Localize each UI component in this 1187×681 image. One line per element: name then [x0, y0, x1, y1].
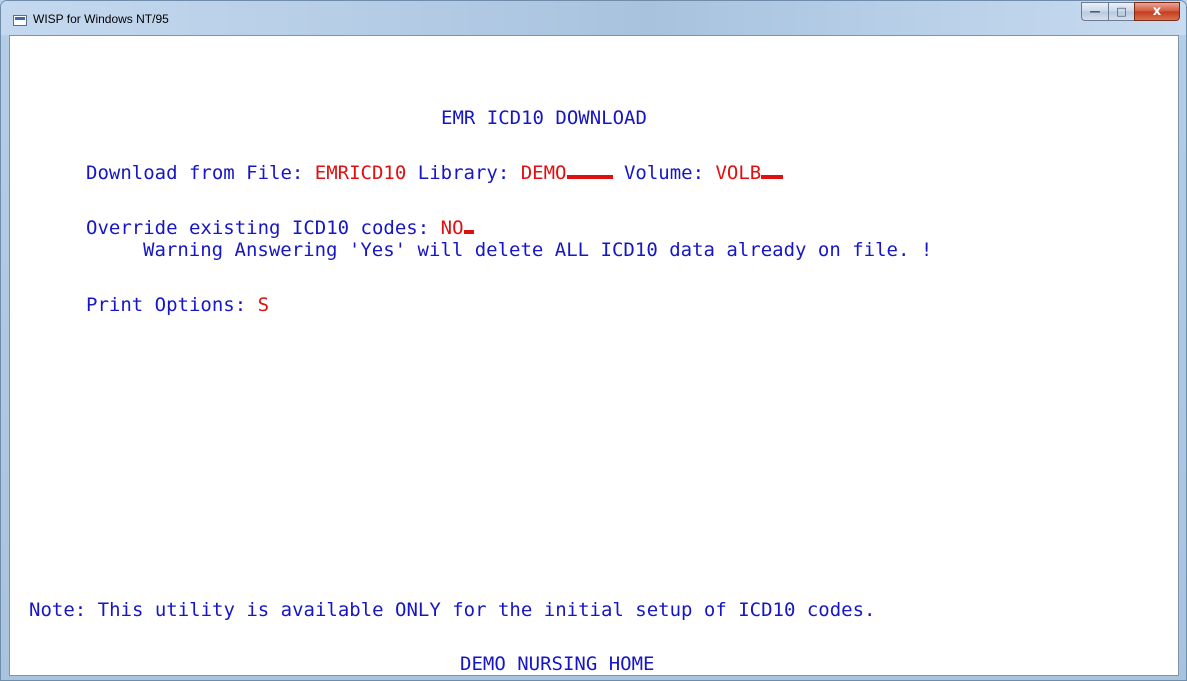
- maximize-icon: □: [1116, 5, 1127, 18]
- override-row: Override existing ICD10 codes: NO: [86, 217, 474, 239]
- title-bar[interactable]: WISP for Windows NT/95 — □ x: [1, 1, 1186, 35]
- app-window: WISP for Windows NT/95 — □ x EMR ICD10 D…: [0, 0, 1187, 681]
- volume-label: Volume:: [623, 162, 705, 184]
- library-label: Library:: [417, 162, 510, 184]
- print-row: Print Options: S: [86, 294, 269, 316]
- maximize-button[interactable]: □: [1108, 2, 1134, 21]
- library-value: DEMO: [520, 162, 567, 184]
- app-icon[interactable]: [13, 15, 27, 26]
- library-field[interactable]: DEMO: [521, 162, 613, 184]
- minimize-button[interactable]: —: [1081, 2, 1108, 21]
- download-row: Download from File: EMRICD10 Library: DE…: [86, 162, 784, 184]
- volume-value: VOLB: [715, 162, 762, 184]
- screen-heading: EMR ICD10 DOWNLOAD: [441, 107, 647, 129]
- footer-text: DEMO NURSING HOME: [460, 653, 655, 675]
- library-field-fill: [566, 175, 613, 179]
- override-field-fill: [463, 230, 474, 234]
- minimize-icon: —: [1089, 5, 1101, 18]
- warning-text: Warning Answering 'Yes' will delete ALL …: [143, 239, 933, 261]
- close-icon: x: [1152, 4, 1162, 19]
- terminal-screen[interactable]: EMR ICD10 DOWNLOAD Download from File: E…: [9, 35, 1179, 676]
- close-button[interactable]: x: [1134, 2, 1180, 21]
- volume-field-fill: [761, 175, 784, 179]
- file-field[interactable]: EMRICD10: [315, 162, 407, 184]
- override-field[interactable]: NO: [441, 217, 474, 239]
- override-value: NO: [440, 217, 464, 239]
- window-title: WISP for Windows NT/95: [33, 12, 169, 26]
- print-field[interactable]: S: [258, 294, 269, 316]
- print-label: Print Options:: [86, 294, 247, 316]
- file-label: Download from File:: [86, 162, 304, 184]
- override-label: Override existing ICD10 codes:: [86, 217, 430, 239]
- note-text: Note: This utility is available ONLY for…: [29, 599, 876, 621]
- caption-buttons: — □ x: [1081, 2, 1180, 22]
- volume-field[interactable]: VOLB: [715, 162, 784, 184]
